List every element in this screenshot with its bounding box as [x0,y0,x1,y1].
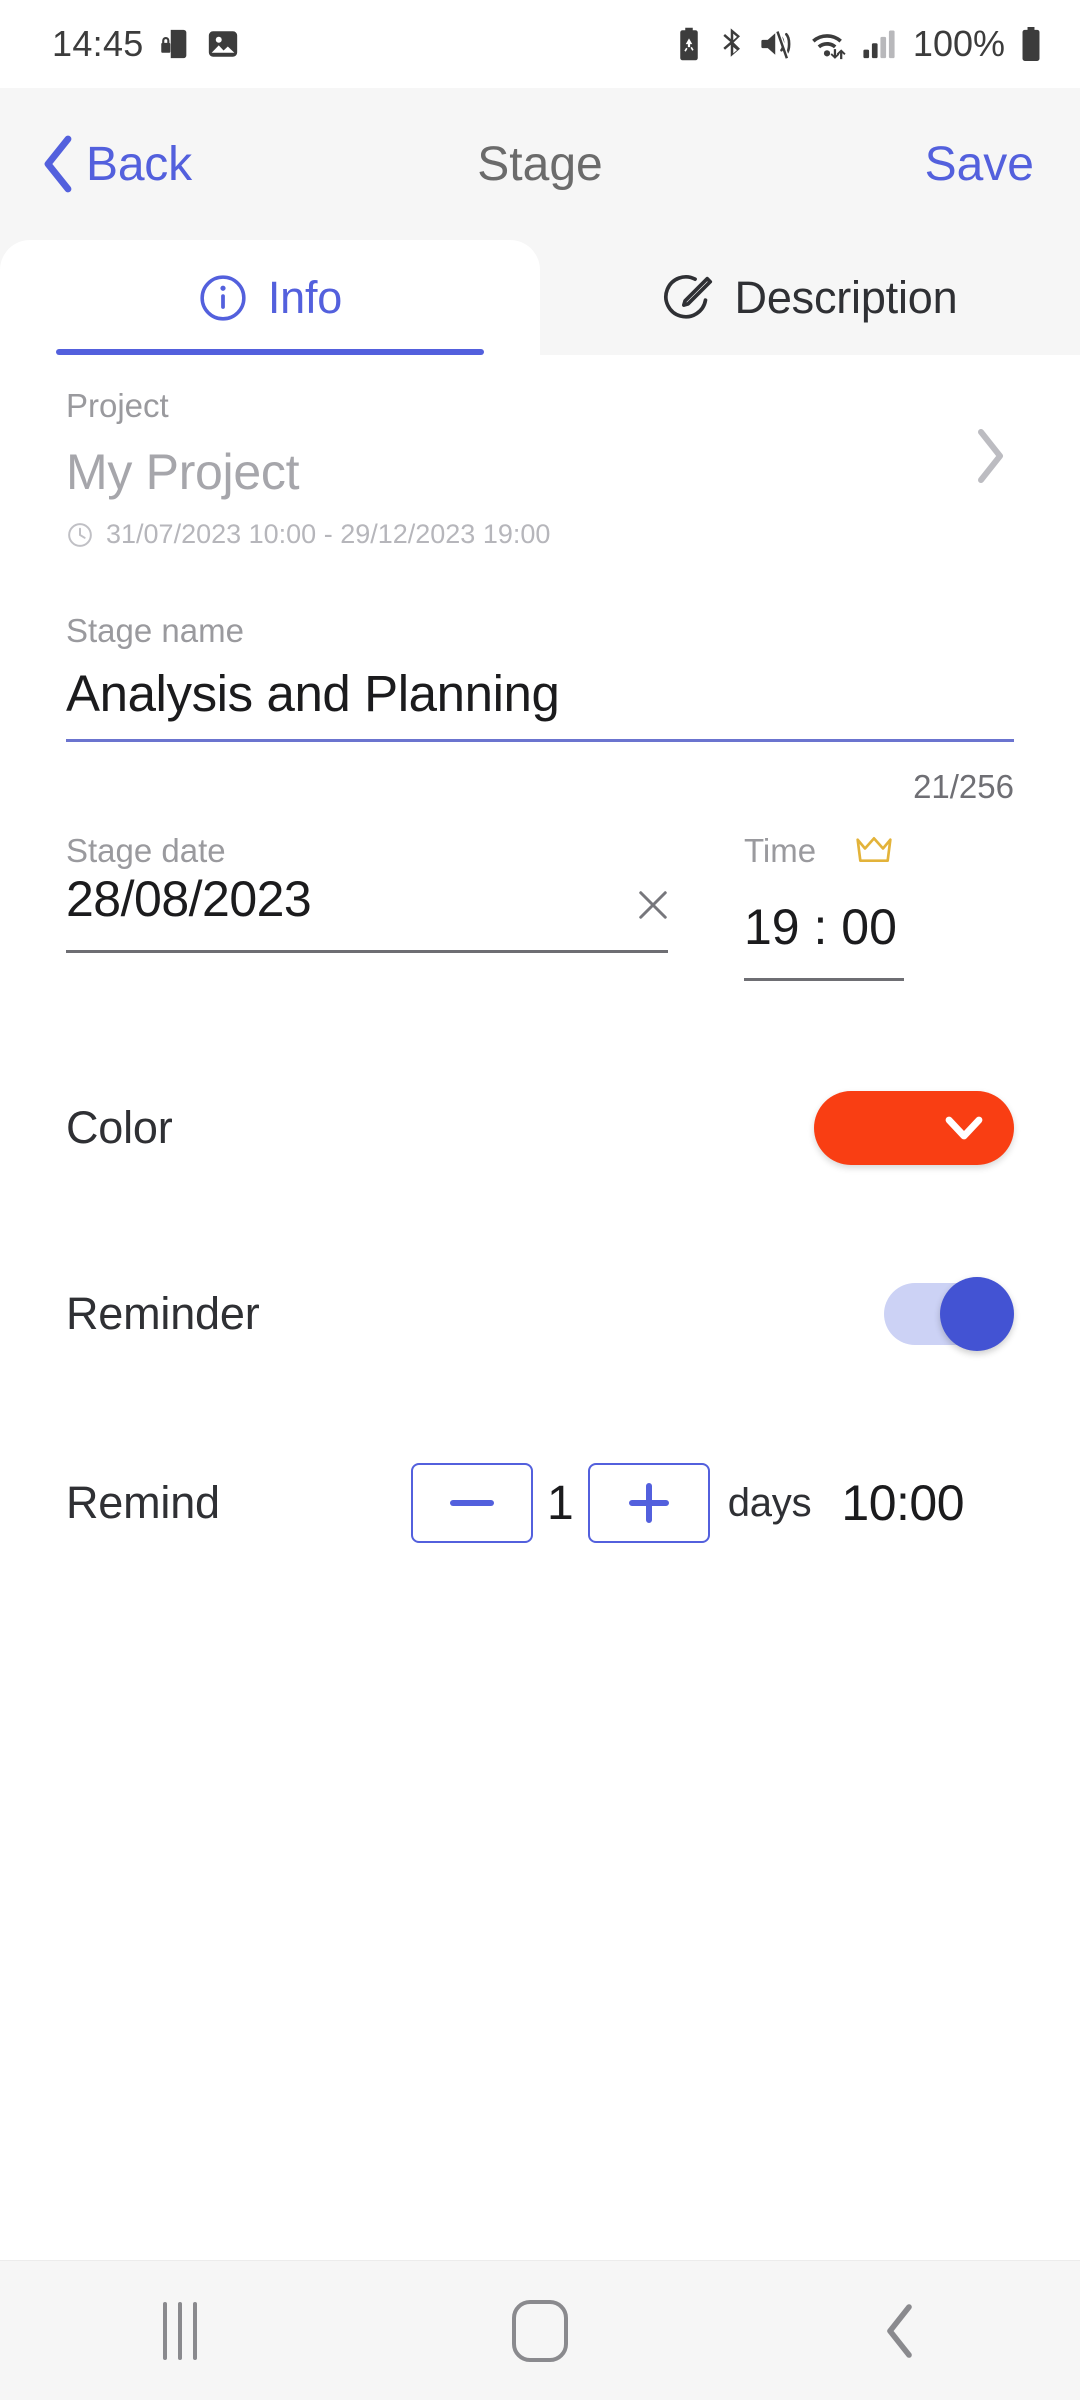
stage-name-underline [66,739,1014,742]
remind-row: Remind 1 days 10:00 [66,1463,1014,1543]
color-label: Color [66,1102,173,1153]
battery-icon [1018,26,1044,62]
edit-circle-icon [663,272,715,324]
reminder-row: Reminder [66,1277,1014,1351]
sim-lock-icon [158,26,192,62]
android-nav-bar [0,2260,1080,2400]
chevron-left-icon [40,134,76,194]
stage-name-label: Stage name [66,612,244,649]
status-bar-clock: 14:45 [52,23,144,64]
stage-date-value[interactable]: 28/08/2023 [66,870,312,936]
date-time-row: Stage date 28/08/2023 Time 19: 00 [66,832,1014,981]
color-row: Color [66,1091,1014,1165]
toggle-thumb [940,1277,1014,1351]
time-underline [744,978,904,981]
status-bar: 14:45 100% [0,0,1080,88]
remind-increment-button[interactable] [587,1463,710,1543]
reminder-label: Reminder [66,1288,260,1339]
remind-count-value: 1 [547,1476,574,1530]
clock-icon [66,521,94,549]
tab-description[interactable]: Description [540,240,1080,355]
form-content: Project My Project 31/07/2023 10:00 - 29… [0,355,1080,2260]
project-dates: 31/07/2023 10:00 - 29/12/2023 19:00 [66,519,1014,550]
time-value[interactable]: 19 : 00 [744,898,897,964]
home-icon [512,2299,568,2362]
tab-bar: Info Description [0,240,1080,355]
stage-name-input[interactable] [66,650,1014,739]
crown-icon [854,834,894,868]
tab-description-label: Description [734,271,958,323]
bluetooth-icon [717,26,747,62]
remind-stepper: 1 [411,1463,710,1543]
mute-icon [760,27,796,61]
project-value: My Project [66,444,300,500]
remind-unit-label: days [727,1480,812,1525]
battery-percent-label: 100% [912,23,1005,64]
back-icon [883,2302,917,2360]
battery-saver-icon [674,26,704,62]
project-dates-label: 31/07/2023 10:00 - 29/12/2023 19:00 [106,519,551,549]
chevron-down-icon [942,1111,986,1145]
reminder-toggle[interactable] [884,1277,1014,1351]
signal-icon [862,27,896,61]
tab-info-label: Info [267,271,343,323]
nav-recents-button[interactable] [100,2281,260,2381]
gallery-icon [206,27,240,61]
stage-date-label: Stage date [66,832,226,869]
info-circle-icon [198,273,248,323]
stage-date-field: Stage date 28/08/2023 [66,832,704,981]
status-bar-right: 100% [674,23,1044,65]
status-bar-left: 14:45 [52,23,240,65]
time-field: Time 19 : 00 [704,832,1014,981]
recents-icon [163,2301,197,2360]
chevron-right-icon[interactable] [974,427,1008,485]
remind-time-value[interactable]: 10:00 [841,1474,964,1532]
nav-back-button[interactable] [820,2281,980,2381]
stage-name-field: Stage name 21/256 [66,612,1014,806]
color-picker-button[interactable] [814,1091,1014,1165]
stage-name-counter: 21/256 [913,768,1014,805]
time-label: Time [744,832,817,869]
remind-label: Remind [66,1477,220,1528]
save-button[interactable]: Save [925,137,1034,192]
tab-info[interactable]: Info [0,240,540,355]
app-header: Back Stage Save [0,88,1080,240]
project-row[interactable]: Project My Project 31/07/2023 10:00 - 29… [66,355,1014,550]
back-button[interactable]: Back [40,134,192,194]
wifi-icon [809,27,849,61]
phone-screen: 14:45 100% Back Stage Save Info Descript… [0,0,1080,2400]
back-button-label: Back [86,137,192,191]
project-label: Project [66,387,169,424]
close-icon[interactable] [632,884,674,936]
nav-home-button[interactable] [460,2281,620,2381]
remind-decrement-button[interactable] [411,1463,533,1543]
stage-date-underline [66,950,668,953]
